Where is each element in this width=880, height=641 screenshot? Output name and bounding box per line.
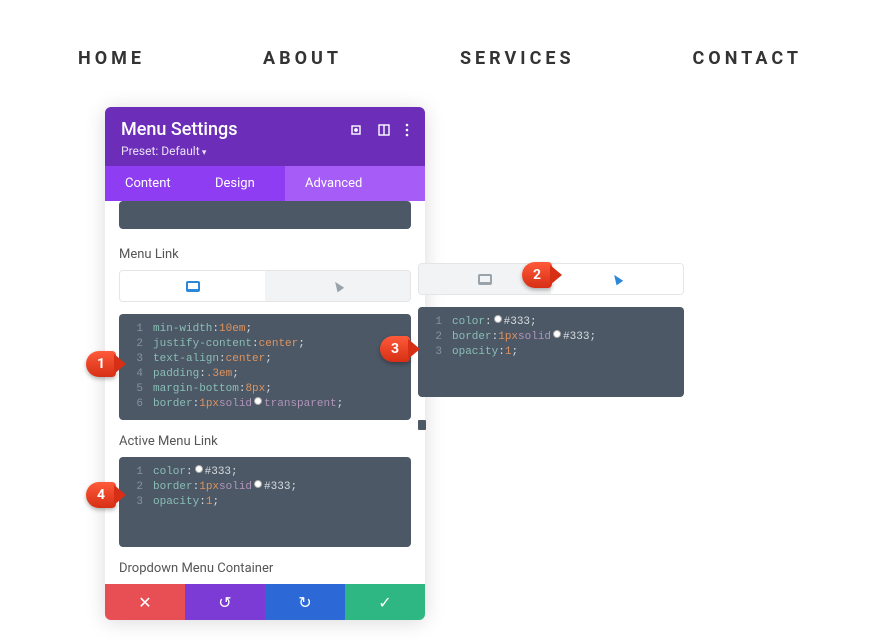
section-label-menu-link: Menu Link <box>119 247 411 262</box>
code-editor-active-link[interactable]: 1color: #333;2border: 1px solid #333;3op… <box>119 457 411 547</box>
nav-about[interactable]: ABOUT <box>263 48 342 69</box>
panel-title: Menu Settings <box>121 119 238 140</box>
code-editor-menu-link[interactable]: 1min-width: 10em;2justify-content:center… <box>119 314 411 420</box>
callout-3: 3 <box>380 336 410 362</box>
hover-state-button[interactable] <box>265 271 410 301</box>
top-nav: HOME ABOUT SERVICES CONTACT <box>0 0 880 69</box>
cursor-icon <box>331 280 343 293</box>
save-button[interactable]: ✓ <box>345 584 425 620</box>
panel-footer: ✕ ↺ ↻ ✓ <box>105 584 425 620</box>
scroll-indicator <box>418 420 426 430</box>
section-label-dropdown: Dropdown Menu Container <box>119 561 411 576</box>
nav-services[interactable]: SERVICES <box>460 48 575 69</box>
redo-button[interactable]: ↻ <box>265 584 345 620</box>
desktop-view-button[interactable] <box>120 271 265 301</box>
panel-header: Menu Settings Preset: Default <box>105 107 425 166</box>
monitor-icon <box>186 281 200 292</box>
columns-icon[interactable] <box>377 123 391 137</box>
cursor-icon <box>611 273 623 286</box>
expand-icon[interactable] <box>349 123 363 137</box>
preset-dropdown[interactable]: Preset: Default <box>121 144 409 158</box>
callout-4: 4 <box>86 482 116 508</box>
callout-2: 2 <box>522 262 552 288</box>
tab-advanced[interactable]: Advanced <box>285 166 425 201</box>
panel-body: Menu Link 1min-width: 10em;2justify-cont… <box>105 201 425 584</box>
undo-button[interactable]: ↺ <box>185 584 265 620</box>
section-label-active-link: Active Menu Link <box>119 434 411 449</box>
responsive-toggle-menu-link <box>119 270 411 302</box>
menu-settings-panel: Menu Settings Preset: Default Content De… <box>105 107 425 620</box>
nav-home[interactable]: HOME <box>78 48 145 69</box>
panel-tabs: Content Design Advanced <box>105 166 425 201</box>
prev-section-stub <box>119 201 411 229</box>
callout-1: 1 <box>86 351 116 377</box>
tab-design[interactable]: Design <box>195 166 285 201</box>
code-editor-hover[interactable]: 1color: #333;2border: 1px solid #333;3op… <box>418 307 684 397</box>
nav-contact[interactable]: CONTACT <box>693 48 802 69</box>
more-icon[interactable] <box>405 123 409 137</box>
cancel-button[interactable]: ✕ <box>105 584 185 620</box>
panel-header-actions <box>349 123 409 137</box>
tab-content[interactable]: Content <box>105 166 195 201</box>
hover-state-button[interactable] <box>551 264 683 294</box>
monitor-icon <box>478 274 492 285</box>
